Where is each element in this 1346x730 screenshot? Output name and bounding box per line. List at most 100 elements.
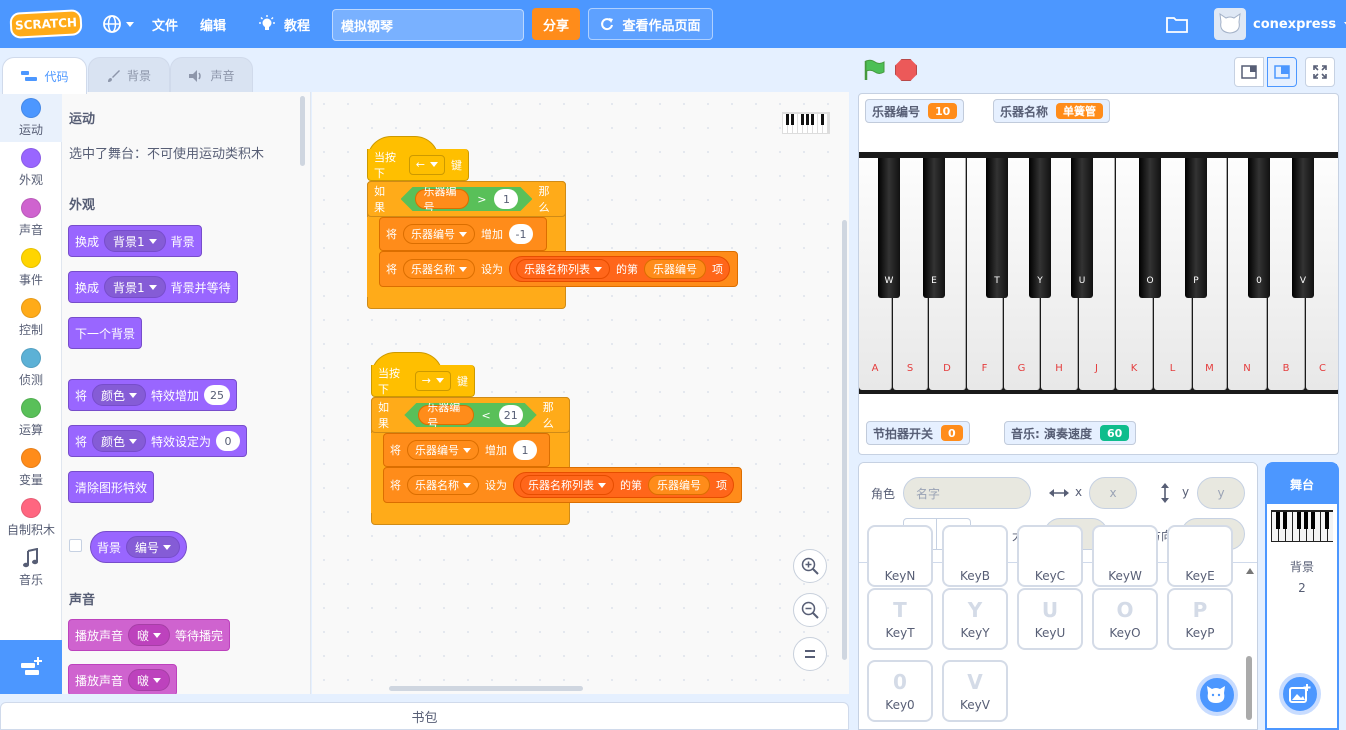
backdrop-number-checkbox[interactable] xyxy=(69,539,82,552)
category-sound[interactable]: 声音 xyxy=(0,192,62,242)
item-of-list-reporter[interactable]: 乐器名称列表 的第 乐器编号 项 xyxy=(509,256,730,282)
category-sensing[interactable]: 侦测 xyxy=(0,342,62,392)
file-menu[interactable]: 文件 xyxy=(152,0,178,48)
scratch-logo[interactable]: SCRATCH xyxy=(9,9,83,39)
share-button[interactable]: 分享 xyxy=(532,8,580,40)
variable-reporter[interactable]: 乐器编号 xyxy=(415,189,470,209)
sprite-tile[interactable]: KeyN xyxy=(867,525,933,587)
change-variable-block[interactable]: 将 乐器编号 增加 -1 xyxy=(379,217,547,251)
next-backdrop-block[interactable]: 下一个背景 xyxy=(68,317,143,349)
key-dropdown[interactable]: → xyxy=(414,370,451,391)
greater-than-operator[interactable]: 乐器编号 > 1 xyxy=(401,187,533,211)
sprite-tile[interactable]: V KeyV xyxy=(942,660,1008,722)
number-input[interactable]: -1 xyxy=(509,224,533,244)
black-key[interactable]: P xyxy=(1185,158,1207,298)
monitor-tempo[interactable]: 音乐: 演奏速度 60 xyxy=(1004,421,1137,445)
number-input[interactable]: 1 xyxy=(513,440,537,460)
switch-backdrop-block[interactable]: 换成 背景1 背景 xyxy=(68,225,202,257)
zoom-out-button[interactable] xyxy=(793,593,827,627)
avatar[interactable] xyxy=(1214,8,1246,40)
black-key[interactable]: O xyxy=(1139,158,1161,298)
add-extension-button[interactable] xyxy=(0,640,62,694)
piano-keyboard[interactable]: A S D F G H J K L M N B C W E T Y U O P 0 V xyxy=(859,152,1338,394)
choose-backdrop-button[interactable] xyxy=(1279,673,1321,715)
number-name-dropdown[interactable]: 编号 xyxy=(126,536,181,558)
switch-backdrop-and-wait-block[interactable]: 换成 背景1 背景并等待 xyxy=(68,271,238,303)
effect-dropdown[interactable]: 颜色 xyxy=(92,384,147,406)
sprite-tile[interactable]: T KeyT xyxy=(867,588,933,650)
category-control[interactable]: 控制 xyxy=(0,292,62,342)
effect-dropdown[interactable]: 颜色 xyxy=(92,430,147,452)
choose-sprite-button[interactable] xyxy=(1196,674,1238,716)
if-then-block[interactable]: 如果 乐器编号 < 21 那么 xyxy=(371,397,570,433)
sprite-tile[interactable]: Y KeyY xyxy=(942,588,1008,650)
tab-sounds[interactable]: 声音 xyxy=(170,57,253,93)
stage[interactable]: 乐器编号 10 乐器名称 单簧管 ASDFGHJKLMNBCWETYUOP0V … xyxy=(858,93,1339,455)
change-variable-block[interactable]: 将 乐器编号 增加 1 xyxy=(383,433,550,467)
tab-code[interactable]: 代码 xyxy=(2,57,87,94)
y-input[interactable]: y xyxy=(1197,477,1245,509)
set-effect-block[interactable]: 将 颜色 特效设定为 0 xyxy=(68,425,248,457)
green-flag-button[interactable] xyxy=(862,58,886,85)
sprite-tile[interactable]: P KeyP xyxy=(1167,588,1233,650)
variable-reporter[interactable]: 乐器编号 xyxy=(644,259,706,279)
tab-backdrops[interactable]: 背景 xyxy=(88,57,170,93)
number-input[interactable]: 1 xyxy=(494,189,518,209)
start-sound-block[interactable]: 播放声音 啵 xyxy=(68,664,178,694)
less-than-operator[interactable]: 乐器编号 < 21 xyxy=(404,403,536,427)
palette-scrollbar[interactable] xyxy=(300,96,305,166)
sprite-tile[interactable]: KeyW xyxy=(1092,525,1158,587)
variable-dropdown[interactable]: 乐器编号 xyxy=(407,440,479,460)
black-key[interactable]: T xyxy=(986,158,1008,298)
list-dropdown[interactable]: 乐器名称列表 xyxy=(520,475,614,495)
black-key[interactable]: 0 xyxy=(1248,158,1270,298)
number-input[interactable]: 25 xyxy=(204,385,231,405)
sprite-tile[interactable]: KeyE xyxy=(1167,525,1233,587)
item-of-list-reporter[interactable]: 乐器名称列表 的第 乐器编号 项 xyxy=(513,472,734,498)
variable-reporter[interactable]: 乐器编号 xyxy=(418,405,473,425)
sprite-tile[interactable]: 0 Key0 xyxy=(867,660,933,722)
category-variables[interactable]: 变量 xyxy=(0,442,62,492)
category-music[interactable]: 音乐 xyxy=(0,542,62,592)
monitor-instrument-name[interactable]: 乐器名称 单簧管 xyxy=(993,99,1111,123)
my-stuff-button[interactable] xyxy=(1166,0,1188,48)
scrollbar-thumb[interactable] xyxy=(1246,656,1252,720)
zoom-reset-button[interactable] xyxy=(793,637,827,671)
category-events[interactable]: 事件 xyxy=(0,242,62,292)
variable-dropdown[interactable]: 乐器名称 xyxy=(407,475,479,495)
black-key[interactable]: U xyxy=(1071,158,1093,298)
set-variable-block[interactable]: 将 乐器名称 设为 乐器名称列表 的第 乐器编号 项 xyxy=(379,251,738,287)
if-then-block[interactable]: 如果 乐器编号 > 1 那么 xyxy=(367,181,566,217)
play-sound-until-done-block[interactable]: 播放声音 啵 等待播完 xyxy=(68,619,231,651)
list-dropdown[interactable]: 乐器名称列表 xyxy=(516,259,610,279)
variable-dropdown[interactable]: 乐器名称 xyxy=(403,259,475,279)
sound-dropdown[interactable]: 啵 xyxy=(128,624,171,646)
script-vertical-scrollbar[interactable] xyxy=(842,220,847,660)
monitor-instrument-number[interactable]: 乐器编号 10 xyxy=(865,99,965,123)
fullscreen-button[interactable] xyxy=(1305,57,1335,87)
key-dropdown[interactable]: ← xyxy=(408,154,445,175)
when-key-pressed-block[interactable]: 当按下 ← 键 xyxy=(367,149,469,181)
edit-menu[interactable]: 编辑 xyxy=(200,0,226,48)
category-my-blocks[interactable]: 自制积木 xyxy=(0,492,62,542)
zoom-in-button[interactable] xyxy=(793,549,827,583)
category-operators[interactable]: 运算 xyxy=(0,392,62,442)
see-project-page-button[interactable]: 查看作品页面 xyxy=(588,8,713,40)
set-variable-block[interactable]: 将 乐器名称 设为 乐器名称列表 的第 乐器编号 项 xyxy=(383,467,742,503)
sprite-tile[interactable]: KeyC xyxy=(1017,525,1083,587)
sprite-list-scrollbar[interactable] xyxy=(1244,566,1254,726)
backdrop-dropdown[interactable]: 背景1 xyxy=(104,276,166,298)
tutorials-menu[interactable]: 教程 xyxy=(258,0,310,48)
script-horizontal-scrollbar[interactable] xyxy=(389,686,583,691)
backdrop-dropdown[interactable]: 背景1 xyxy=(104,230,166,252)
language-menu[interactable] xyxy=(102,0,134,48)
number-input[interactable]: 21 xyxy=(499,405,523,425)
black-key[interactable]: W xyxy=(878,158,900,298)
when-key-pressed-block[interactable]: 当按下 → 键 xyxy=(371,365,475,397)
x-input[interactable]: x xyxy=(1089,477,1137,509)
black-key[interactable]: V xyxy=(1292,158,1314,298)
backdrop-number-reporter[interactable]: 背景 编号 xyxy=(90,531,188,563)
black-key[interactable]: E xyxy=(923,158,945,298)
script-area[interactable]: 当按下 ← 键 如果 乐器编号 > 1 那么 将 乐器编号 增加 -1 将 乐器… xyxy=(312,92,849,694)
variable-dropdown[interactable]: 乐器编号 xyxy=(403,224,475,244)
